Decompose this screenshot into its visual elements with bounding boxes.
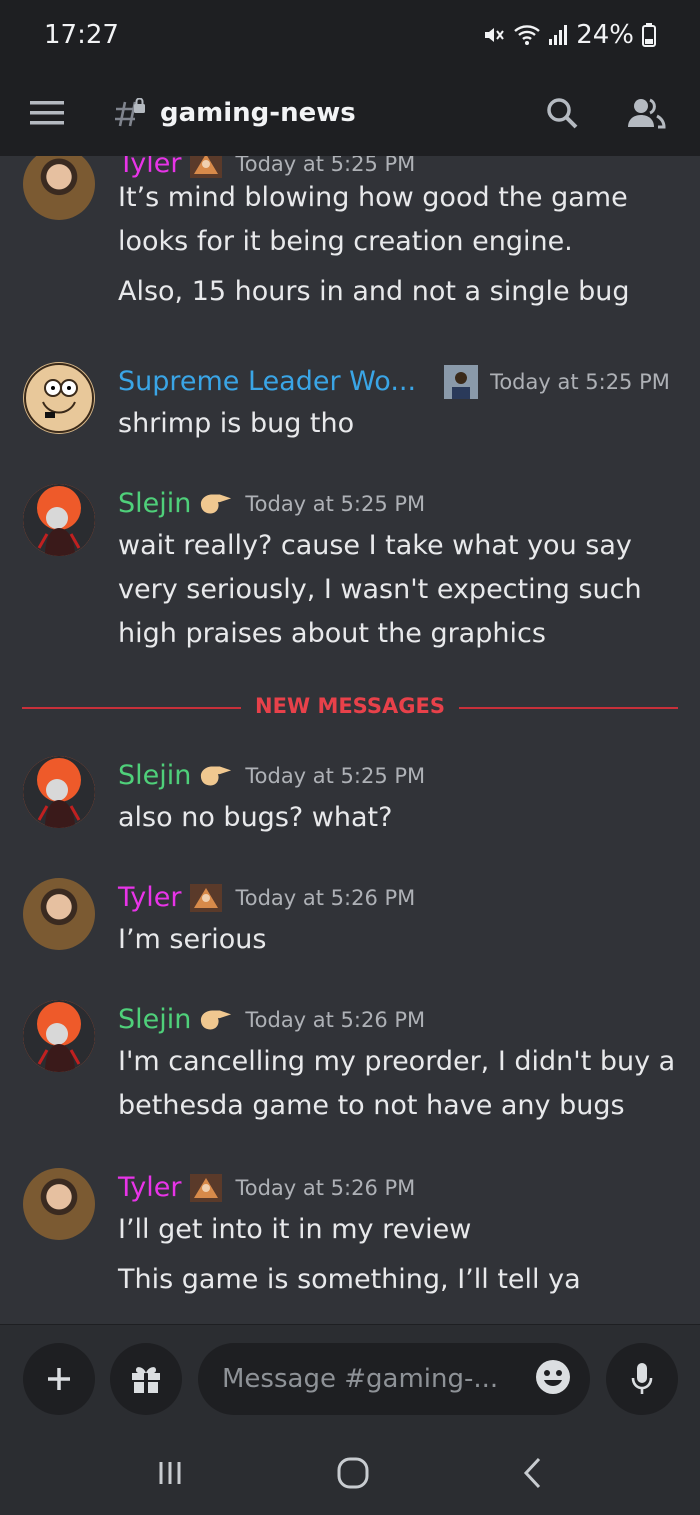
timestamp: Today at 5:25 PM	[245, 763, 426, 788]
timestamp: Today at 5:25 PM	[490, 369, 670, 394]
add-attachment-button[interactable]	[23, 1343, 95, 1415]
username[interactable]: Slejin	[118, 488, 191, 519]
wifi-icon	[514, 24, 541, 46]
avatar[interactable]	[23, 484, 95, 556]
avatar[interactable]	[23, 878, 95, 950]
members-icon[interactable]	[622, 89, 670, 137]
channel-header: gaming-news	[0, 70, 700, 156]
battery-percent: 24%	[576, 20, 634, 50]
message-input[interactable]: Message #gaming-...	[198, 1343, 590, 1415]
timestamp: Today at 5:26 PM	[235, 885, 416, 910]
message-text: very seriously, I wasn't expecting such	[118, 574, 642, 605]
timestamp: Today at 5:26 PM	[245, 1007, 426, 1032]
pointing-hand-icon	[199, 1005, 233, 1035]
mute-icon	[482, 23, 506, 47]
back-icon[interactable]	[521, 1456, 545, 1494]
microphone-icon	[631, 1363, 653, 1394]
recent-apps-icon[interactable]	[155, 1458, 185, 1492]
username[interactable]: Slejin	[118, 1004, 191, 1035]
role-badge-icon	[189, 156, 223, 179]
pointing-hand-icon	[199, 489, 233, 519]
new-messages-divider: NEW MESSAGES	[22, 694, 678, 722]
username[interactable]: Tyler	[118, 156, 181, 179]
new-messages-label: NEW MESSAGES	[241, 694, 459, 718]
battery-icon	[642, 23, 656, 47]
message-text: shrimp is bug tho	[118, 408, 355, 439]
pointing-hand-icon	[199, 761, 233, 791]
message-text: wait really? cause I take what you say	[118, 530, 632, 561]
message-composer: Message #gaming-...	[0, 1324, 700, 1434]
emoji-icon[interactable]	[534, 1358, 572, 1400]
message-list[interactable]: Tyler Today at 5:25 PM It’s mind blowing…	[0, 156, 700, 1324]
menu-icon[interactable]	[30, 91, 74, 135]
message-text: I’m serious	[118, 924, 267, 955]
status-time: 17:27	[44, 20, 119, 50]
channel-name: gaming-news	[160, 98, 356, 128]
timestamp: Today at 5:25 PM	[235, 156, 416, 176]
avatar[interactable]	[23, 1168, 95, 1240]
avatar[interactable]	[23, 156, 95, 220]
role-badge-icon	[444, 364, 479, 399]
username[interactable]: Tyler	[118, 882, 181, 913]
message-text: Also, 15 hours in and not a single bug	[118, 276, 630, 307]
message-text: This game is something, I’ll tell ya	[118, 1264, 581, 1295]
message-text: looks for it being creation engine.	[118, 226, 573, 257]
username[interactable]: Supreme Leader Wo...	[118, 366, 416, 397]
signal-icon	[548, 24, 568, 46]
plus-icon	[48, 1368, 70, 1390]
status-bar: 17:27 24%	[0, 0, 700, 70]
avatar[interactable]	[23, 1000, 95, 1072]
gift-button[interactable]	[110, 1343, 182, 1415]
system-navigation-bar	[0, 1434, 700, 1515]
message-text: high praises about the graphics	[118, 618, 546, 649]
voice-message-button[interactable]	[606, 1343, 678, 1415]
message-text: I'm cancelling my preorder, I didn't buy…	[118, 1046, 676, 1077]
timestamp: Today at 5:25 PM	[245, 491, 426, 516]
message-input-placeholder: Message #gaming-...	[222, 1364, 499, 1394]
home-icon[interactable]	[336, 1456, 370, 1494]
message-text: bethesda game to not have any bugs	[118, 1090, 625, 1121]
username[interactable]: Slejin	[118, 760, 191, 791]
avatar[interactable]	[23, 756, 95, 828]
message-text: It’s mind blowing how good the game	[118, 182, 628, 213]
avatar[interactable]	[23, 362, 95, 434]
message-text: also no bugs? what?	[118, 802, 393, 833]
timestamp: Today at 5:26 PM	[235, 1175, 416, 1200]
channel-hash-lock-icon	[114, 98, 148, 128]
role-badge-icon	[189, 1173, 223, 1203]
search-icon[interactable]	[538, 89, 586, 137]
role-badge-icon	[189, 883, 223, 913]
username[interactable]: Tyler	[118, 1172, 181, 1203]
gift-icon	[132, 1367, 160, 1393]
message-text: I’ll get into it in my review	[118, 1214, 472, 1245]
